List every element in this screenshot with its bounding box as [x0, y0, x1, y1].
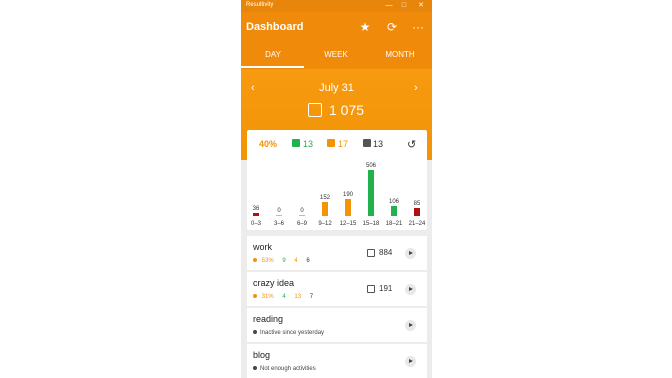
current-date: July 31	[319, 82, 354, 94]
chart-data-label: 36	[252, 205, 260, 212]
chart-bar	[345, 198, 351, 216]
play-icon[interactable]	[405, 248, 416, 259]
chart-tick-label: 15–18	[362, 221, 380, 227]
close-icon[interactable]: ✕	[416, 1, 426, 11]
chart-tick-label: 18–21	[385, 221, 403, 227]
chart-bar	[253, 212, 259, 216]
page-title: Dashboard	[246, 21, 304, 33]
status-dot	[253, 366, 257, 371]
activity-status-text: Not enough activities	[260, 366, 316, 372]
activity-other: 7	[309, 294, 314, 300]
total-value: 1 075	[329, 102, 365, 118]
play-icon[interactable]	[405, 320, 416, 331]
activity-name: crazy idea	[253, 278, 295, 288]
deleted-count: 13	[373, 139, 384, 149]
chart-bar	[368, 170, 374, 216]
history-icon[interactable]: ↺	[407, 138, 416, 151]
done-icon	[292, 139, 300, 147]
tab-week[interactable]: WEEK	[304, 50, 368, 59]
status-dot	[253, 294, 257, 299]
percent-stat: 40%	[259, 139, 278, 149]
selected-tab-indicator	[241, 66, 304, 68]
chart-data-label: 0	[277, 208, 281, 214]
activity-percent: 53%	[261, 258, 274, 264]
chart-bar	[414, 208, 420, 216]
activity-status: Not enough activities	[253, 366, 316, 372]
minimize-icon[interactable]: —	[384, 1, 394, 11]
chart-tick-label: 6–9	[296, 221, 307, 227]
chart-data-label: 506	[365, 163, 376, 169]
activity-done: 9	[282, 258, 286, 264]
status-dot	[253, 330, 257, 335]
list-item[interactable]: blog Not enough activities	[247, 344, 427, 378]
activity-pending: 13	[294, 294, 302, 300]
pending-count: 17	[338, 139, 349, 149]
chart-data-label: 152	[319, 195, 330, 202]
status-dot	[253, 258, 257, 263]
trash-icon	[363, 139, 371, 147]
stats-card: 40% 13 17 13 ↺ 36 0–3 0 3–6 0 6–9 152 9–12 190 12…	[247, 130, 427, 230]
activity-done: 4	[282, 294, 286, 300]
checkbox-icon	[367, 249, 375, 257]
activity-name: work	[253, 242, 273, 252]
activity-stats: 53% 9 4 6	[253, 258, 317, 264]
hourly-bar-chart: 36 0–3 0 3–6 0 6–9 152 9–12 190 12–15 506 15–18 106 1…	[247, 158, 427, 230]
window-title: Resultivity	[246, 2, 274, 8]
more-icon[interactable]: ···	[411, 20, 425, 34]
title-bar: Resultivity — □ ✕	[241, 0, 432, 12]
chart-bar	[391, 206, 397, 216]
activity-status-text: Inactive since yesterday	[260, 330, 325, 336]
app-header: Dashboard ★ ⟳ ···	[241, 12, 432, 44]
activity-name: reading	[253, 314, 284, 324]
star-icon[interactable]: ★	[358, 20, 372, 34]
activity-count: 884	[379, 248, 393, 257]
tab-month[interactable]: MONTH	[368, 50, 432, 59]
tab-day[interactable]: DAY	[241, 50, 305, 59]
chart-bar	[322, 202, 328, 216]
chart-data-label: 190	[342, 191, 353, 198]
chart-tick-label: 21–24	[408, 221, 426, 227]
next-day-icon[interactable]: ›	[414, 82, 418, 94]
activity-percent: 31%	[261, 294, 274, 300]
checkbox-icon	[308, 103, 322, 117]
list-item[interactable]: work 53% 9 4 6 884	[247, 236, 427, 270]
chart-tick-label: 0–3	[250, 221, 261, 227]
chart-data-label: 85	[413, 201, 421, 208]
play-icon[interactable]	[405, 284, 416, 295]
done-count: 13	[303, 139, 314, 149]
chart-bar	[299, 215, 305, 216]
checkbox-icon	[367, 285, 375, 293]
play-icon[interactable]	[405, 356, 416, 367]
chart-tick-label: 3–6	[273, 221, 284, 227]
list-item[interactable]: crazy idea 31% 4 13 7 191	[247, 272, 427, 306]
list-item[interactable]: reading Inactive since yesterday	[247, 308, 427, 342]
app-window: Resultivity — □ ✕ Dashboard ★ ⟳ ··· DAY …	[241, 0, 432, 378]
pending-icon	[327, 139, 335, 147]
chart-tick-label: 9–12	[318, 221, 332, 227]
chart-tick-label: 12–15	[339, 221, 357, 227]
activity-stats: 31% 4 13 7	[253, 294, 320, 300]
activity-name: blog	[253, 350, 271, 360]
activity-pending: 4	[294, 258, 298, 264]
sync-icon[interactable]: ⟳	[385, 20, 399, 34]
chart-data-label: 106	[388, 199, 399, 206]
maximize-icon[interactable]: □	[399, 1, 409, 11]
activity-other: 6	[306, 258, 310, 264]
activity-status: Inactive since yesterday	[253, 330, 324, 336]
chart-bar	[276, 215, 282, 216]
chart-data-label: 0	[300, 208, 304, 214]
activity-count: 191	[379, 284, 393, 293]
